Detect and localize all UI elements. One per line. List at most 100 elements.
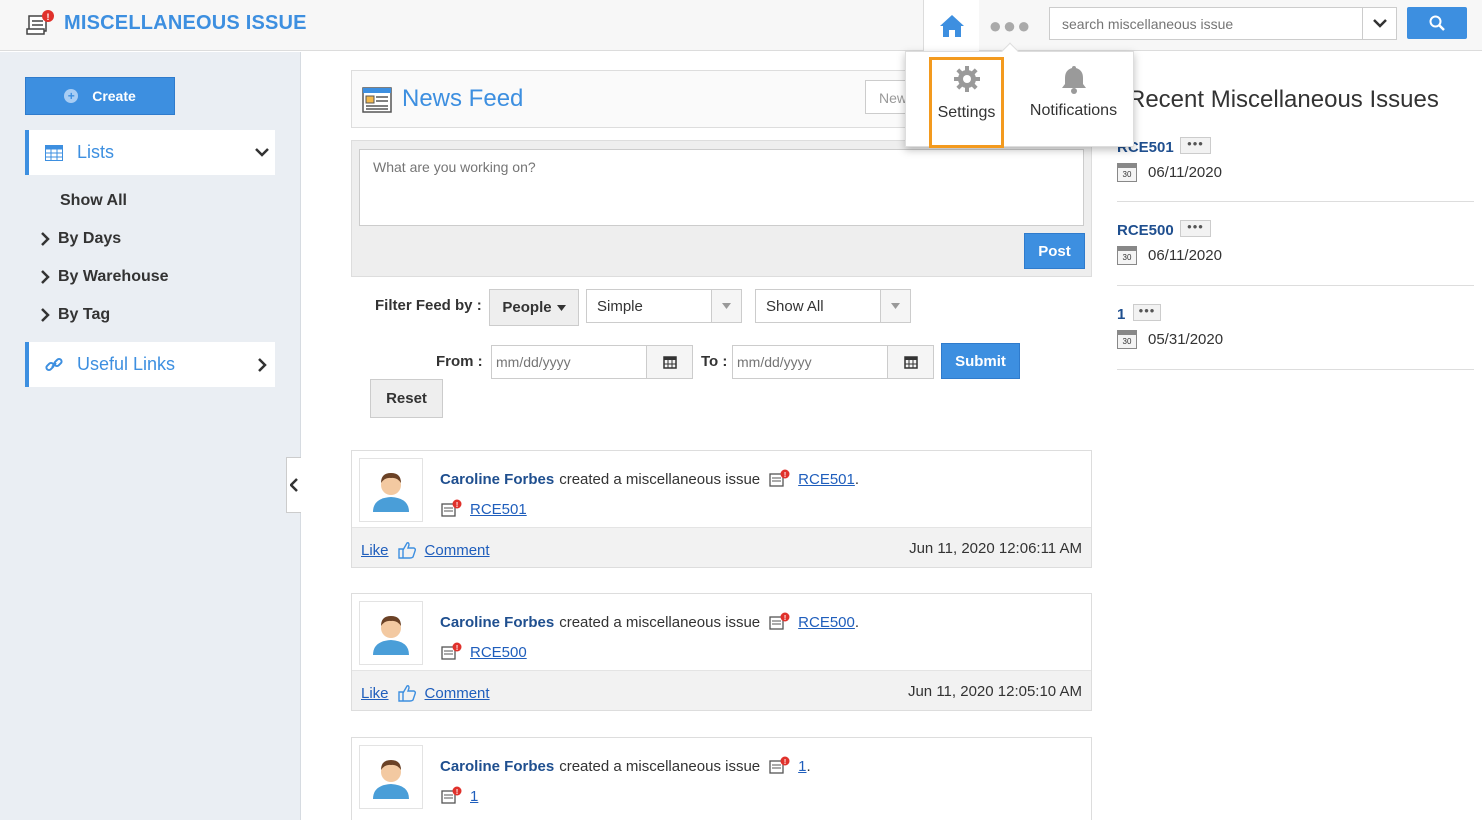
svg-text:!: ! <box>456 789 458 796</box>
thumbs-up-icon[interactable] <box>397 683 417 703</box>
post-issue-link[interactable]: RCE500 <box>798 614 855 631</box>
post-issue-link[interactable]: 1 <box>798 758 806 775</box>
chevron-right-icon <box>41 270 50 284</box>
recent-issue-item: RCE500 ••• 30 06/11/2020 <box>1117 213 1474 286</box>
create-button[interactable]: + Create <box>25 77 175 115</box>
recent-issue-date: 30 06/11/2020 <box>1117 163 1222 182</box>
comment-link[interactable]: Comment <box>425 685 490 702</box>
post-attachment: ! 1 <box>440 786 478 806</box>
search-button[interactable] <box>1407 7 1467 39</box>
issue-icon: ! <box>768 612 790 632</box>
post-attachment: ! RCE500 <box>440 642 527 662</box>
post-author[interactable]: Caroline Forbes <box>440 614 554 631</box>
issue-app-icon: ! <box>26 10 54 36</box>
avatar <box>359 745 423 809</box>
caret-down-icon <box>880 290 910 322</box>
show-select[interactable]: Show All <box>755 289 911 323</box>
recent-issue-id[interactable]: RCE500 <box>1117 222 1174 239</box>
attachment-issue-link[interactable]: RCE500 <box>470 644 527 661</box>
post-action: created a miscellaneous issue <box>559 613 761 631</box>
post-summary: Caroline Forbes created a miscellaneous … <box>440 469 860 489</box>
calendar-icon[interactable] <box>887 346 933 378</box>
post-issue-link[interactable]: RCE501 <box>798 471 855 488</box>
show-select-value: Show All <box>766 297 824 315</box>
settings-menu-item[interactable]: Settings <box>929 57 1004 148</box>
thumbs-up-icon[interactable] <box>397 540 417 560</box>
app-title-text[interactable]: MISCELLANEOUS ISSUE <box>64 12 307 35</box>
from-date-field <box>491 345 693 379</box>
more-options-button[interactable]: ••• <box>1180 220 1211 237</box>
feed-post: Caroline Forbes created a miscellaneous … <box>351 450 1092 568</box>
comment-link[interactable]: Comment <box>425 542 490 559</box>
recent-issue-date-text: 05/31/2020 <box>1148 331 1224 348</box>
like-link[interactable]: Like <box>361 685 389 702</box>
avatar <box>359 458 423 522</box>
news-feed-icon <box>362 87 392 113</box>
recent-issue-date: 30 06/11/2020 <box>1117 246 1222 265</box>
post-summary: Caroline Forbes created a miscellaneous … <box>440 612 860 632</box>
notifications-menu-item[interactable]: Notifications <box>1026 58 1121 148</box>
people-filter-button[interactable]: People <box>489 289 579 326</box>
from-label: From : <box>436 353 483 370</box>
submit-button[interactable]: Submit <box>941 343 1020 379</box>
recent-issue-item: RCE501 ••• 30 06/11/2020 <box>1117 130 1474 202</box>
collapse-sidebar-button[interactable] <box>286 457 301 513</box>
useful-links-panel[interactable]: Useful Links <box>25 342 275 387</box>
top-bar: ! MISCELLANEOUS ISSUE ●●● <box>0 0 1482 51</box>
app-title: ! MISCELLANEOUS ISSUE <box>26 10 307 36</box>
search-input[interactable] <box>1050 8 1362 39</box>
post-like-comment: Like Comment <box>361 683 490 703</box>
chevron-right-icon <box>41 308 50 322</box>
by-days-label: By Days <box>58 230 122 247</box>
recent-issue-date-text: 06/11/2020 <box>1148 164 1222 181</box>
svg-text:!: ! <box>784 472 786 479</box>
plus-icon: + <box>64 89 79 103</box>
calendar-icon: 30 <box>1117 246 1137 265</box>
post-button[interactable]: Post <box>1024 233 1085 269</box>
issue-icon: ! <box>440 642 462 662</box>
lists-label: Lists <box>77 142 115 162</box>
sidebar: + Create Lists Show All By Days By Wareh… <box>0 52 301 820</box>
reset-button[interactable]: Reset <box>370 379 443 418</box>
svg-text:!: ! <box>784 759 786 766</box>
issue-icon: ! <box>768 469 790 489</box>
home-button[interactable] <box>923 0 979 51</box>
home-icon <box>939 14 964 37</box>
post-like-comment: Like Comment <box>361 540 490 560</box>
attachment-issue-link[interactable]: RCE501 <box>470 501 527 518</box>
recent-issue-item: 1 ••• 30 05/31/2020 <box>1117 297 1474 370</box>
by-warehouse-label: By Warehouse <box>58 268 169 285</box>
table-icon <box>45 144 63 161</box>
issue-icon: ! <box>440 786 462 806</box>
post-author[interactable]: Caroline Forbes <box>440 758 554 775</box>
notifications-label: Notifications <box>1029 102 1118 119</box>
chevron-right-icon <box>41 232 50 246</box>
post-action: created a miscellaneous issue <box>559 757 761 775</box>
type-select[interactable]: Simple <box>586 289 742 323</box>
show-all-link[interactable]: Show All <box>60 192 127 210</box>
attachment-issue-link[interactable]: 1 <box>470 788 478 805</box>
more-options-button[interactable]: ••• <box>1180 137 1211 154</box>
to-date-input[interactable] <box>733 346 887 378</box>
caret-down-icon <box>556 304 566 311</box>
like-link[interactable]: Like <box>361 542 389 559</box>
people-label: People <box>502 299 552 316</box>
post-author[interactable]: Caroline Forbes <box>440 471 554 488</box>
recent-issue-id[interactable]: 1 <box>1117 306 1125 323</box>
lists-panel[interactable]: Lists <box>25 130 275 175</box>
post-action-bar: Like Comment Jun 11, 2020 12:06:11 AM <box>352 527 1091 567</box>
more-options-button[interactable]: ••• <box>1133 304 1161 321</box>
by-warehouse-link[interactable]: By Warehouse <box>38 268 169 286</box>
caret-down-icon <box>711 290 741 322</box>
calendar-icon[interactable] <box>646 346 692 378</box>
calendar-icon: 30 <box>1117 163 1137 182</box>
to-date-field <box>732 345 934 379</box>
compose-input[interactable] <box>359 149 1084 226</box>
by-tag-link[interactable]: By Tag <box>38 306 110 324</box>
feed-post: Caroline Forbes created a miscellaneous … <box>351 593 1092 711</box>
to-label: To : <box>701 353 728 370</box>
by-days-link[interactable]: By Days <box>38 230 121 248</box>
search-dropdown-button[interactable] <box>1362 8 1396 39</box>
show-all-label: Show All <box>60 192 127 209</box>
from-date-input[interactable] <box>492 346 646 378</box>
